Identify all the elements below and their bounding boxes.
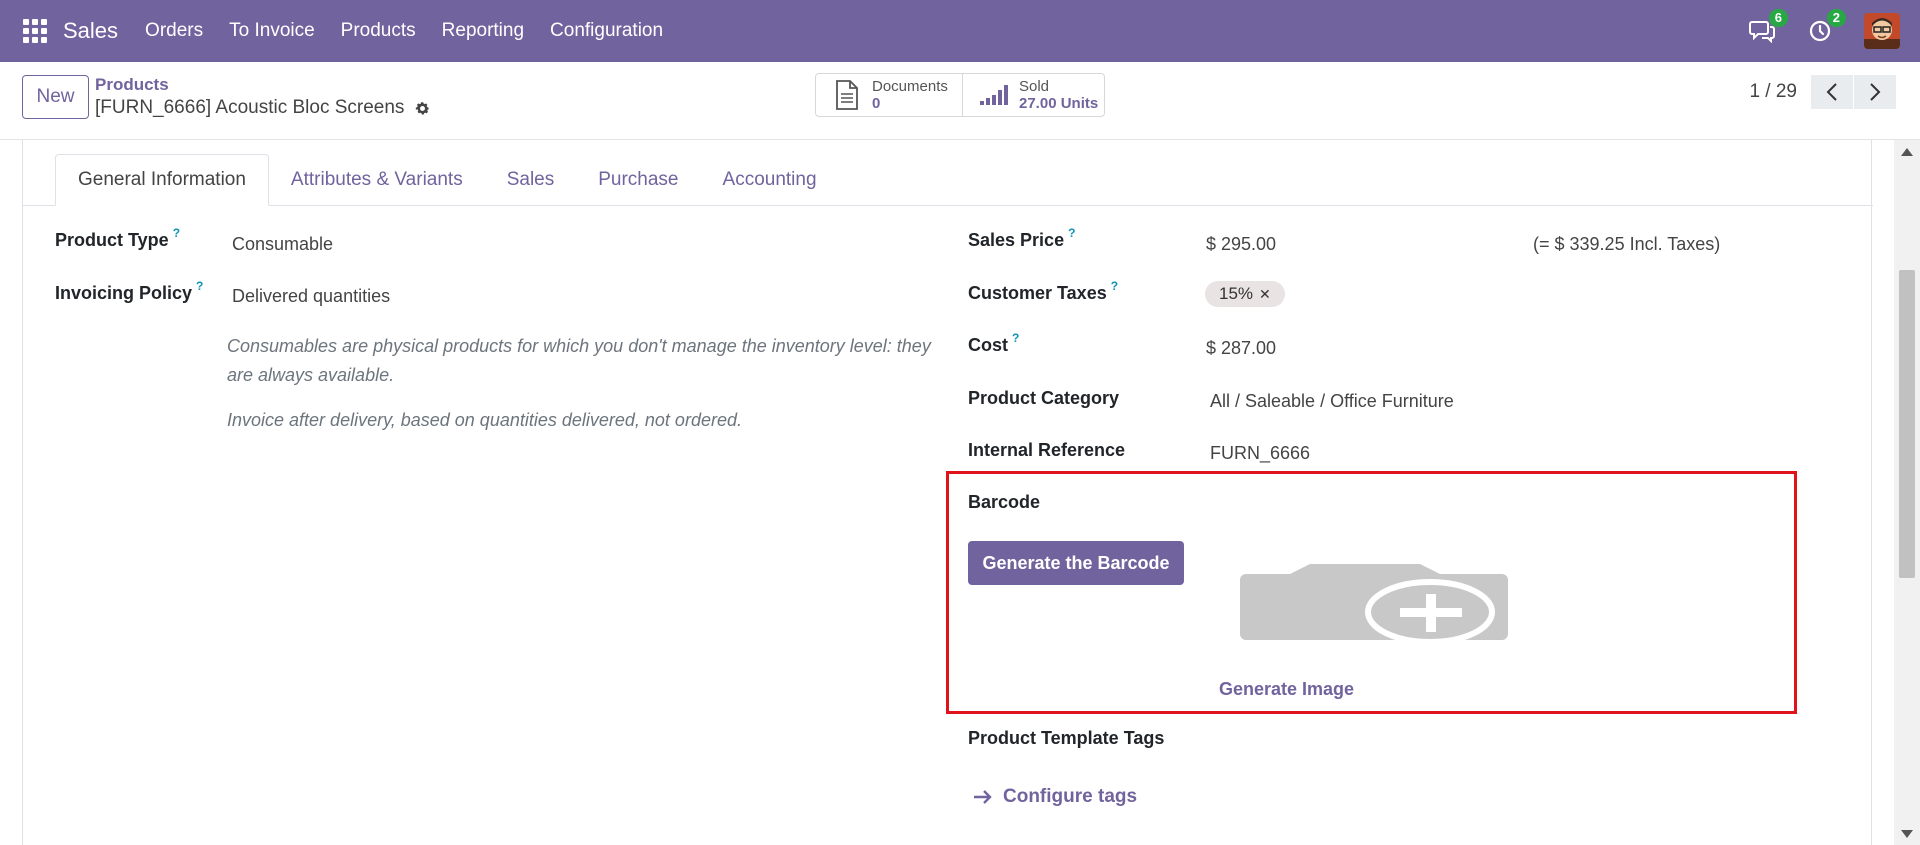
scroll-thumb[interactable]: [1899, 270, 1915, 578]
invoice-note: Invoice after delivery, based on quantit…: [227, 410, 742, 430]
scrollbar[interactable]: [1894, 140, 1920, 845]
sales-price-value[interactable]: $ 295.00: [1206, 234, 1276, 255]
documents-value: 0: [872, 95, 881, 112]
tab-sales[interactable]: Sales: [485, 154, 577, 206]
help-icon[interactable]: ?: [1111, 279, 1118, 293]
pager-previous-button[interactable]: [1811, 75, 1853, 109]
cost-value[interactable]: $ 287.00: [1206, 338, 1276, 359]
help-icon[interactable]: ?: [173, 226, 180, 240]
generate-image-link[interactable]: Generate Image: [1219, 679, 1354, 700]
activities-button[interactable]: 2: [1806, 9, 1846, 45]
sold-value: 27.00 Units: [1019, 95, 1099, 112]
breadcrumb-parent[interactable]: Products: [95, 74, 431, 96]
documents-label: Documents: [872, 78, 948, 95]
generate-barcode-button[interactable]: Generate the Barcode: [968, 541, 1184, 585]
arrow-right-icon: [974, 790, 992, 804]
messages-button[interactable]: 6: [1748, 9, 1788, 45]
configure-tags-link[interactable]: Configure tags: [973, 786, 1137, 808]
invoicing-policy-label: Invoicing Policy?: [55, 279, 204, 303]
camera-plus-icon[interactable]: [1240, 562, 1508, 653]
scroll-up-icon[interactable]: [1901, 148, 1913, 156]
help-icon[interactable]: ?: [1068, 226, 1075, 240]
new-button[interactable]: New: [22, 75, 89, 119]
sales-price-incl-taxes: (= $ 339.25 Incl. Taxes): [1533, 234, 1721, 254]
tab-general-information[interactable]: General Information: [55, 154, 269, 206]
pager-next-button[interactable]: [1854, 75, 1896, 109]
user-avatar[interactable]: [1864, 13, 1900, 49]
tab-accounting[interactable]: Accounting: [701, 154, 839, 206]
consumable-note: Consumables are physical products for wh…: [227, 336, 931, 385]
documents-stat-button[interactable]: Documents 0: [815, 73, 963, 117]
chevron-right-icon: [1870, 83, 1881, 101]
product-type-label: Product Type?: [55, 226, 181, 250]
apps-grid-icon[interactable]: [23, 19, 47, 43]
control-panel: New Products [FURN_6666] Acoustic Bloc S…: [0, 62, 1920, 140]
tab-purchase[interactable]: Purchase: [576, 154, 700, 206]
product-type-value[interactable]: Consumable: [232, 234, 333, 255]
remove-tag-icon[interactable]: ✕: [1259, 286, 1271, 303]
menu-configuration[interactable]: Configuration: [537, 20, 676, 42]
record-title: [FURN_6666] Acoustic Bloc Screens: [95, 97, 405, 118]
help-icon[interactable]: ?: [1012, 331, 1019, 345]
sold-stat-button[interactable]: Sold 27.00 Units: [962, 73, 1105, 117]
internal-reference-value[interactable]: FURN_6666: [1210, 443, 1310, 464]
chevron-left-icon: [1826, 83, 1837, 101]
pager: 1 / 29: [1749, 75, 1896, 109]
template-tags-label: Product Template Tags: [968, 728, 1165, 748]
breadcrumb: Products [FURN_6666] Acoustic Bloc Scree…: [95, 74, 431, 120]
systray: 6 2: [1748, 0, 1920, 62]
barcode-label: Barcode: [968, 492, 1041, 512]
cost-label: Cost?: [968, 331, 1020, 355]
sales-price-label: Sales Price?: [968, 226, 1076, 250]
tax-tag-label: 15%: [1219, 284, 1254, 303]
app-name[interactable]: Sales: [63, 18, 118, 44]
help-icon[interactable]: ?: [196, 279, 203, 293]
messages-badge: 6: [1768, 9, 1788, 27]
top-navbar: Sales Orders To Invoice Products Reporti…: [0, 0, 1920, 62]
activities-badge: 2: [1826, 9, 1846, 27]
avatar-icon: [1864, 13, 1900, 49]
tab-attributes-variants[interactable]: Attributes & Variants: [269, 154, 485, 206]
document-icon: [830, 80, 864, 110]
gear-icon[interactable]: [414, 100, 431, 117]
menu-to-invoice[interactable]: To Invoice: [216, 20, 328, 42]
sold-label: Sold: [1019, 78, 1050, 95]
notebook-tabs: General Information Attributes & Variant…: [55, 154, 839, 206]
breadcrumb-current: [FURN_6666] Acoustic Bloc Screens: [95, 96, 431, 120]
configure-tags-label: Configure tags: [1003, 786, 1138, 807]
customer-taxes-label: Customer Taxes?: [968, 279, 1119, 303]
bar-chart-icon: [977, 84, 1011, 106]
menu-orders[interactable]: Orders: [132, 20, 216, 42]
tax-tag: 15% ✕: [1205, 281, 1285, 307]
internal-reference-label: Internal Reference: [968, 440, 1126, 460]
pager-value[interactable]: 1 / 29: [1749, 81, 1797, 103]
scroll-down-icon[interactable]: [1901, 830, 1913, 838]
product-category-value[interactable]: All / Saleable / Office Furniture: [1210, 391, 1454, 412]
menu-products[interactable]: Products: [328, 20, 429, 42]
invoicing-policy-value[interactable]: Delivered quantities: [232, 286, 390, 307]
product-category-label: Product Category: [968, 388, 1120, 408]
menu-reporting[interactable]: Reporting: [429, 20, 537, 42]
